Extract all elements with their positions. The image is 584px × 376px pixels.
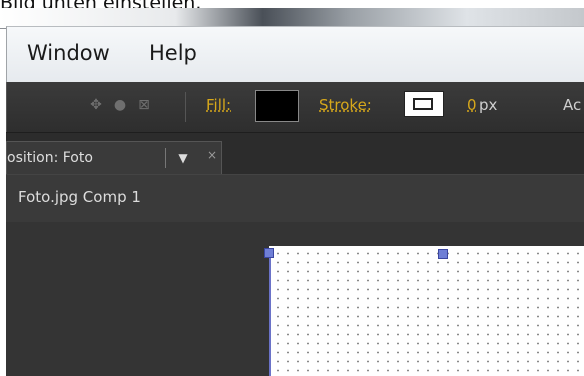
composition-viewer[interactable]: [6, 222, 584, 376]
toolbar-separator: [185, 92, 186, 122]
transform-handle-top-center[interactable]: [438, 249, 448, 259]
artboard-image[interactable]: [269, 246, 584, 376]
stroke-color-swatch[interactable]: [404, 91, 444, 117]
panel-tab-bar: osition: Foto ▼ ×: [6, 132, 584, 175]
feather-icon[interactable]: ●: [111, 96, 129, 114]
menu-window[interactable]: Window: [27, 41, 110, 65]
chevron-down-icon[interactable]: ▼: [165, 148, 200, 168]
stroke-width-value[interactable]: 0: [467, 96, 477, 114]
stroke-width-unit: px: [479, 96, 498, 114]
fill-color-swatch[interactable]: [255, 90, 299, 122]
menubar: Window Help: [6, 26, 584, 83]
roto-icon[interactable]: ⊠: [135, 96, 153, 114]
anchor-point-icon[interactable]: ✥: [87, 96, 105, 114]
close-icon[interactable]: ×: [207, 148, 217, 162]
composition-name[interactable]: Foto.jpg Comp 1: [18, 188, 141, 206]
selection-edge: [269, 250, 271, 376]
stroke-label[interactable]: Stroke:: [319, 96, 372, 114]
tool-options-bar: ✥ ● ⊠ Fill: Stroke: 0 px Ac: [6, 82, 584, 132]
composition-navigator: Foto.jpg Comp 1: [6, 174, 584, 224]
menu-help[interactable]: Help: [149, 41, 197, 65]
tab-composition[interactable]: osition: Foto ▼ ×: [6, 141, 222, 175]
transform-handle-top-left[interactable]: [264, 248, 274, 258]
fill-label[interactable]: Fill:: [206, 96, 231, 114]
add-label[interactable]: Ac: [563, 96, 581, 114]
tab-composition-label: osition: Foto: [7, 150, 93, 166]
